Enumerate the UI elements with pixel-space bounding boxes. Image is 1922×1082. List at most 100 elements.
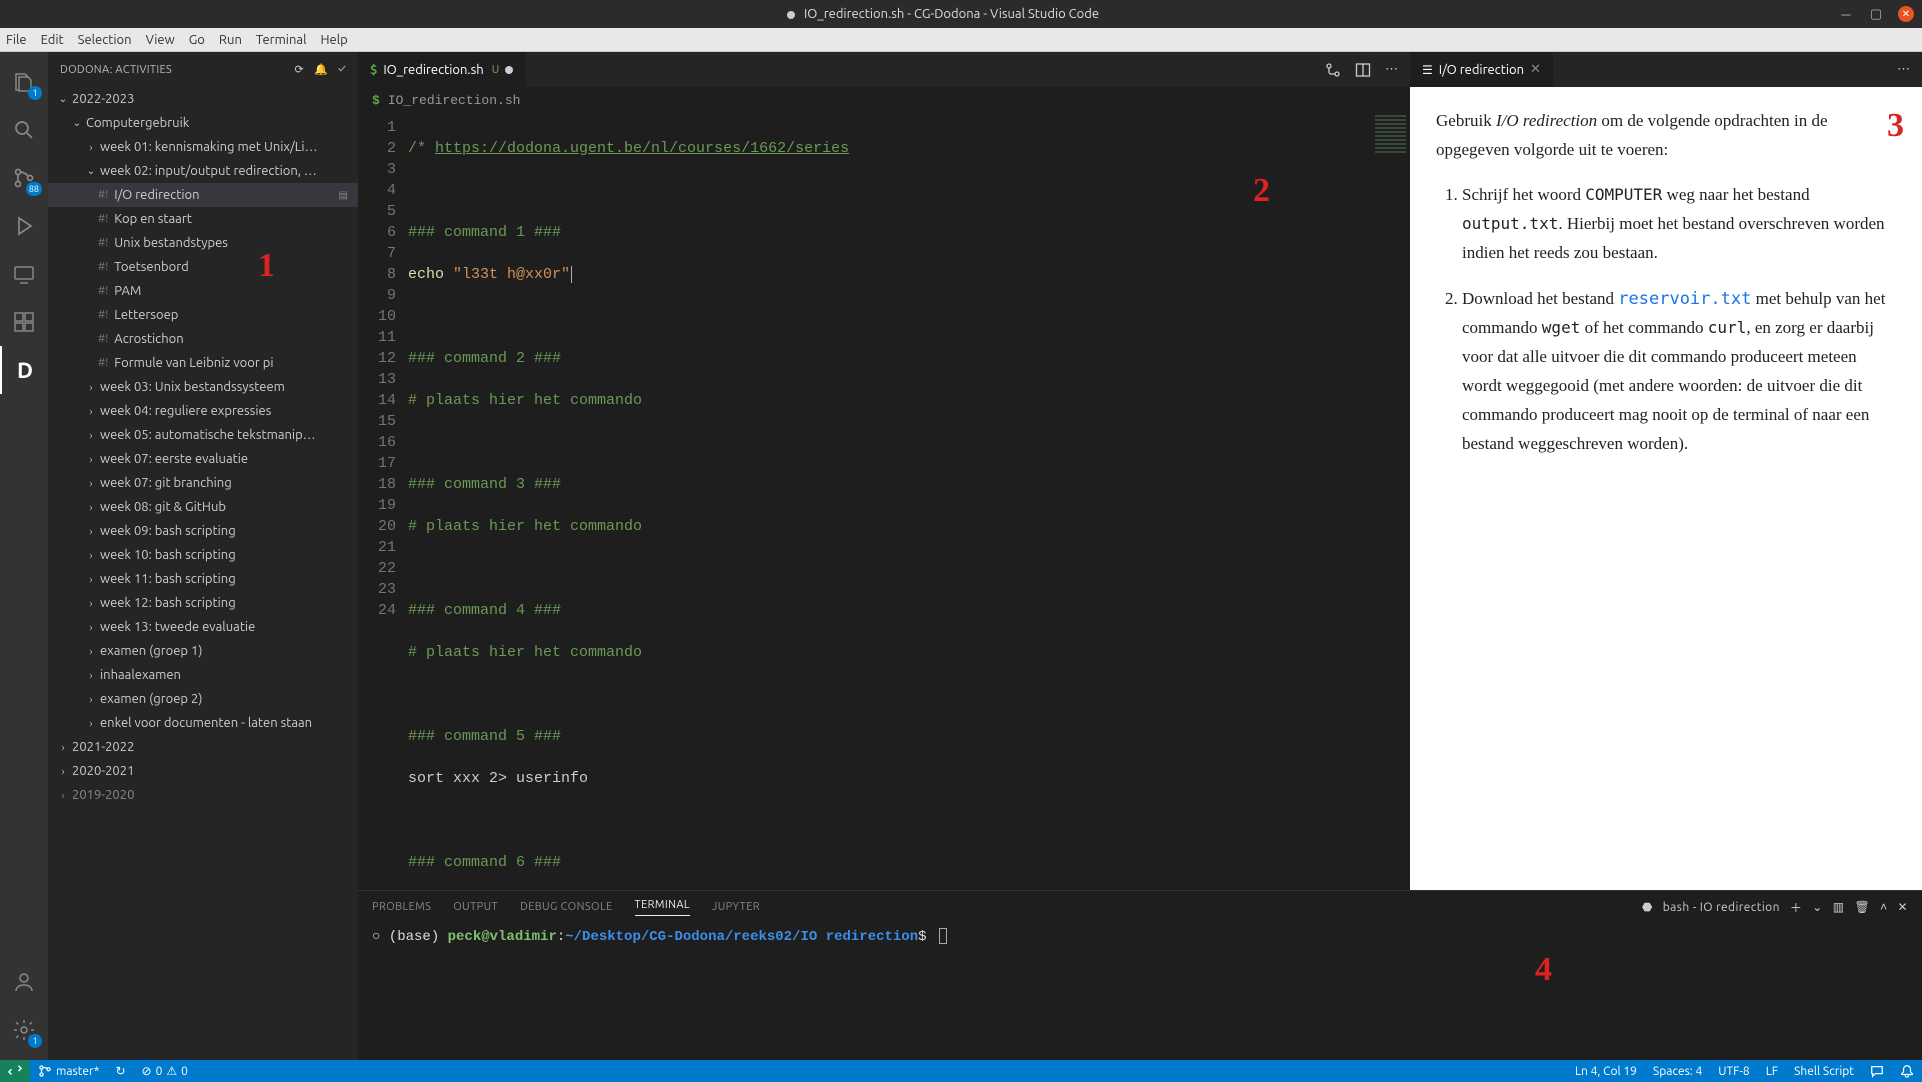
tree-exercise-io-redirection[interactable]: #!I/O redirection▤ [48,183,358,207]
close-icon[interactable]: ✕ [1530,62,1541,77]
dirty-dot-icon [505,66,513,74]
tree-week[interactable]: ›week 01: kennismaking met Unix/Li… [48,135,358,159]
sidebar-tree[interactable]: ⌄2022-2023 ⌄Computergebruik ›week 01: ke… [48,87,358,1060]
activity-search-icon[interactable] [0,106,48,154]
preview-tab-label: I/O redirection [1439,63,1524,77]
split-terminal-icon[interactable]: ▥ [1833,900,1845,914]
terminal-profile-icon: ⬣ [1642,900,1653,914]
tree-week[interactable]: ›week 11: bash scripting [48,567,358,591]
tree-exercise[interactable]: #!Toetsenbord [48,255,358,279]
tree-week[interactable]: ›week 04: reguliere expressies [48,399,358,423]
tree-week[interactable]: ›inhaalexamen [48,663,358,687]
terminal-name[interactable]: bash - IO redirection [1663,901,1780,914]
tree-week[interactable]: ›examen (groep 1) [48,639,358,663]
activity-remote-icon[interactable] [0,250,48,298]
editor-tab[interactable]: $ IO_redirection.sh U [358,52,526,87]
window-maximize-button[interactable]: ▢ [1868,6,1884,22]
code-editor[interactable]: 123456789101112131415161718192021222324 … [358,113,1410,890]
status-sync[interactable]: ↻ [107,1064,133,1078]
status-feedback-icon[interactable] [1862,1064,1892,1078]
panel-tab-output[interactable]: OUTPUT [453,901,498,913]
remote-indicator[interactable] [0,1060,30,1082]
bell-icon[interactable]: 🔔 [314,63,328,76]
more-actions-icon[interactable]: ⋯ [1885,62,1922,77]
compare-changes-icon[interactable] [1325,62,1341,78]
new-terminal-icon[interactable]: ＋ [1790,899,1802,916]
menu-file[interactable]: File [6,33,27,47]
tree-week[interactable]: ›week 08: git & GitHub [48,495,358,519]
preview-tab[interactable]: ☰ I/O redirection ✕ [1410,52,1553,87]
tree-week[interactable]: › week 07: eerste evaluatie [48,447,358,471]
statusbar: master* ↻ ⊘0 ⚠0 Ln 4, Col 19 Spaces: 4 U… [0,1060,1922,1082]
tree-exercise[interactable]: #!Formule van Leibniz voor pi [48,351,358,375]
tree-week[interactable]: ›week 05: automatische tekstmanip… [48,423,358,447]
status-eol[interactable]: LF [1758,1064,1786,1078]
preview-content[interactable]: Gebruik I/O redirection om de volgende o… [1410,87,1922,890]
tree-week[interactable]: ›week 12: bash scripting [48,591,358,615]
minimap[interactable] [1370,113,1410,890]
menu-edit[interactable]: Edit [41,33,64,47]
menu-help[interactable]: Help [320,33,347,47]
close-panel-icon[interactable]: ✕ [1898,900,1908,914]
status-language[interactable]: Shell Script [1786,1064,1862,1078]
tree-course[interactable]: ⌄Computergebruik [48,111,358,135]
tree-week[interactable]: ›enkel voor documenten - laten staan [48,711,358,735]
tree-exercise[interactable]: #!Acrostichon [48,327,358,351]
panel-tab-jupyter[interactable]: JUPYTER [712,901,760,913]
more-actions-icon[interactable]: ⋯ [1385,62,1398,77]
panel-tab-problems[interactable]: PROBLEMS [372,901,431,913]
code-content[interactable]: /* https://dodona.ugent.be/nl/courses/16… [408,113,1370,890]
breadcrumb[interactable]: $ IO_redirection.sh [358,87,1410,113]
tree-week[interactable]: ›week 09: bash scripting [48,519,358,543]
panel-tab-debug[interactable]: DEBUG CONSOLE [520,901,613,913]
terminal-dropdown-icon[interactable]: ⌄ [1812,900,1822,914]
menu-go[interactable]: Go [189,33,205,47]
scm-u-badge: U [492,64,500,76]
tree-year-2021[interactable]: ›2021-2022 [48,735,358,759]
activity-settings-icon[interactable]: 1 [0,1006,48,1054]
terminal[interactable]: ○ (base) peck@vladimir:~/Desktop/CG-Dodo… [358,923,1922,1060]
bottom-panel: PROBLEMS OUTPUT DEBUG CONSOLE TERMINAL J… [358,890,1922,1060]
explorer-badge: 1 [28,86,42,100]
split-editor-icon[interactable] [1355,62,1371,78]
menu-selection[interactable]: Selection [78,33,132,47]
kill-terminal-icon[interactable]: 🗑 [1854,900,1870,914]
window-close-button[interactable]: ✕ [1898,6,1914,22]
tree-week[interactable]: ›week 13: tweede evaluatie [48,615,358,639]
activity-scm-icon[interactable]: 88 [0,154,48,202]
tree-year-2022[interactable]: ⌄2022-2023 [48,87,358,111]
window-minimize-button[interactable]: ─ [1838,6,1854,22]
refresh-icon[interactable]: ⟳ [294,63,304,76]
maximize-panel-icon[interactable]: ˄ [1880,900,1887,914]
tree-week[interactable]: ›week 07: git branching [48,471,358,495]
tree-exercise[interactable]: #!Kop en staart [48,207,358,231]
status-encoding[interactable]: UTF-8 [1710,1064,1757,1078]
tree-week[interactable]: ›week 03: Unix bestandssysteem [48,375,358,399]
status-problems[interactable]: ⊘0 ⚠0 [134,1064,196,1078]
tree-week[interactable]: ›examen (groep 2) [48,687,358,711]
tree-exercise[interactable]: #!Unix bestandstypes [48,231,358,255]
check-icon[interactable]: ✓ [338,63,346,76]
menu-terminal[interactable]: Terminal [256,33,307,47]
status-notifications-icon[interactable] [1892,1064,1922,1078]
tree-exercise[interactable]: #!Lettersoep [48,303,358,327]
activity-account-icon[interactable] [0,958,48,1006]
activity-extensions-icon[interactable] [0,298,48,346]
menu-view[interactable]: View [146,33,175,47]
settings-badge: 1 [28,1034,42,1048]
status-branch[interactable]: master* [30,1064,107,1078]
tree-week[interactable]: ⌄week 02: input/output redirection, … [48,159,358,183]
panel-tab-terminal[interactable]: TERMINAL [635,899,690,916]
activity-dodona-icon[interactable]: D [0,346,48,394]
activity-explorer-icon[interactable]: 1 [0,58,48,106]
reservoir-link[interactable]: reservoir.txt [1618,289,1751,309]
status-spaces[interactable]: Spaces: 4 [1645,1064,1710,1078]
menu-run[interactable]: Run [219,33,242,47]
status-cursor-pos[interactable]: Ln 4, Col 19 [1567,1064,1645,1078]
line-gutter: 123456789101112131415161718192021222324 [358,113,408,890]
activity-debug-icon[interactable] [0,202,48,250]
tree-week[interactable]: ›week 10: bash scripting [48,543,358,567]
tree-year-2020[interactable]: ›2020-2021 [48,759,358,783]
tree-year-2019[interactable]: ›2019-2020 [48,783,358,807]
tree-exercise[interactable]: #!PAM [48,279,358,303]
